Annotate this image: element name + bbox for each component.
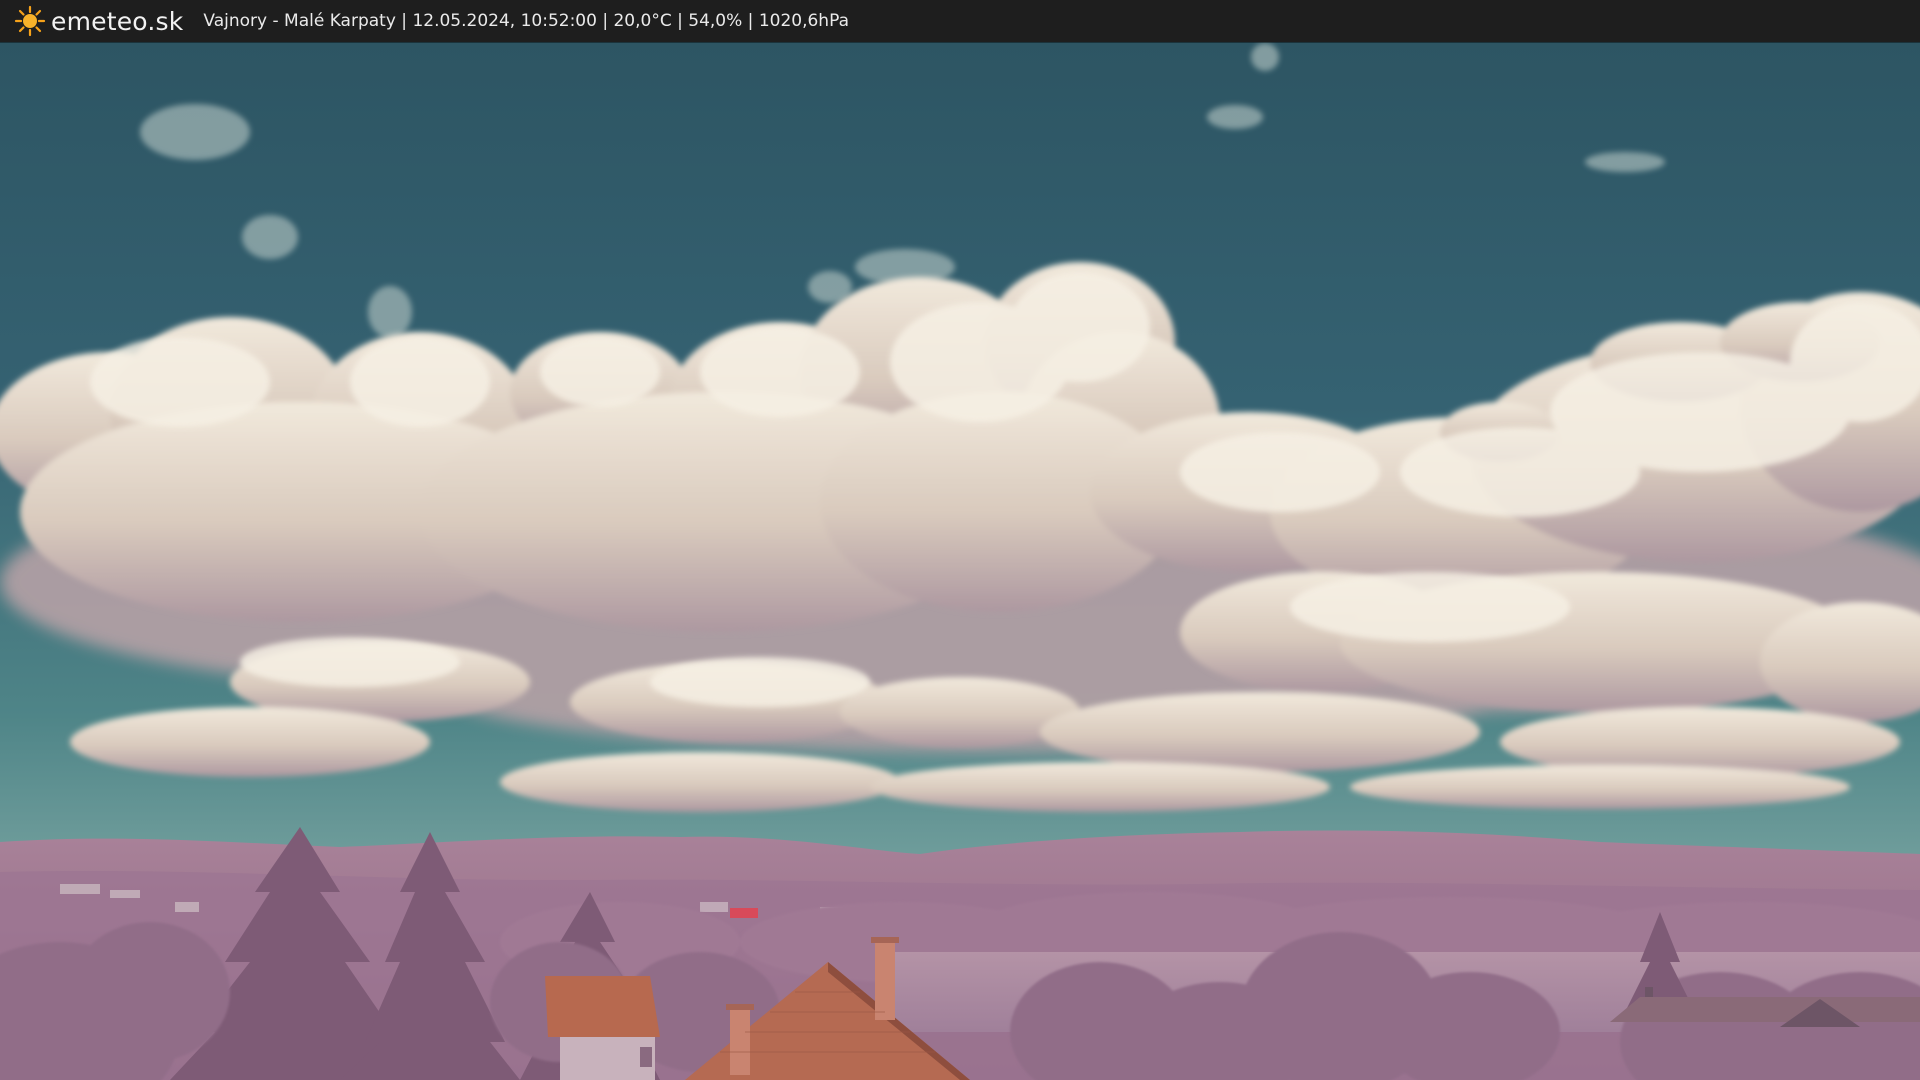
temperature-label: 20,0°C	[613, 11, 672, 31]
datetime-label: 12.05.2024, 10:52:00	[412, 11, 597, 31]
house-left	[545, 976, 660, 1080]
weather-caption: Vajnory - Malé Karpaty | 12.05.2024, 10:…	[203, 11, 849, 31]
webcam-image	[0, 42, 1920, 1080]
pressure-label: 1020,6hPa	[758, 11, 849, 31]
webcam-caption-bar: emeteo.sk Vajnory - Malé Karpaty | 12.05…	[0, 0, 1920, 42]
webcam-frame: emeteo.sk Vajnory - Malé Karpaty | 12.05…	[0, 0, 1920, 1080]
brand-name: emeteo.sk	[51, 6, 184, 36]
location-label: Vajnory - Malé Karpaty	[203, 11, 396, 31]
separator: |	[742, 11, 759, 31]
separator: |	[671, 11, 689, 31]
humidity-label: 54,0%	[688, 11, 743, 31]
separator: |	[395, 11, 413, 31]
separator: |	[596, 11, 614, 31]
sun-icon	[14, 5, 46, 37]
brand[interactable]: emeteo.sk	[14, 5, 183, 37]
